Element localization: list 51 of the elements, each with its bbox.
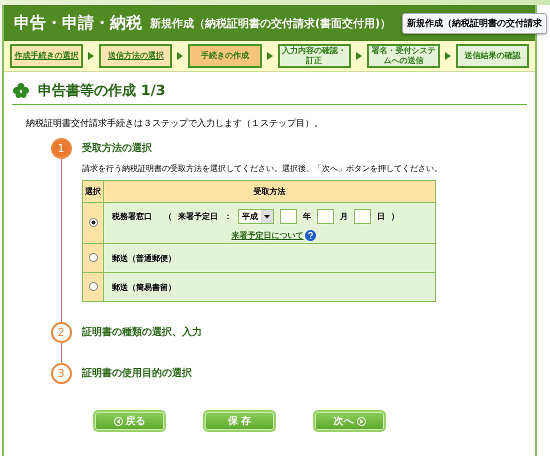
option-label: 税務署窓口 [112,211,152,222]
arrow-icon [87,51,96,61]
section-title: 証明書の種類の選択、入力 [82,326,202,340]
arrow-icon [176,51,184,61]
section-title: 受取方法の選択 [82,141,153,156]
save-button[interactable]: 保 存 [203,410,276,432]
next-button[interactable]: 次へ [313,410,386,432]
caret-icon [261,210,273,223]
next-arrow-icon [356,416,366,426]
radio-button[interactable] [88,282,98,290]
arrow-icon [444,51,452,61]
back-button[interactable]: 戻る [93,410,166,432]
column-header: 選択 [82,180,104,202]
day-unit: 日 [377,211,385,222]
step-number: 3 [50,363,72,384]
progress-step: 入力内容の確認・訂正 [278,44,351,68]
column-header: 受取方法 [104,180,436,202]
colon-text: ： [224,211,232,222]
help-link[interactable]: 来署予定日について [232,230,304,241]
section-title: 証明書の使用目的の選択 [82,366,192,381]
page-category-title: 申告・申請・納税 [14,12,142,34]
radio-button[interactable] [88,218,98,226]
intro-text: 納税証明書交付請求手続きは３ステップで入力します（１ステップ目）。 [26,117,324,130]
instruction-text: 請求を行う納税証明書の受取方法を選択してください。選択後、「次へ」ボタンを押してください。 [82,163,442,174]
option-label: 郵送（簡易書留） [112,282,176,292]
tooltip: 新規作成（納税証明書の交付請求 [402,13,547,34]
back-arrow-icon [114,416,122,426]
step-number: 1 [50,138,72,159]
progress-step[interactable]: 送信方法の選択 [99,44,172,68]
date-label: 来署予定日 [178,211,218,222]
progress-step: 手続きの作成 [188,44,262,68]
year-unit: 年 [303,211,311,222]
arrow-icon [354,51,363,61]
radio-button[interactable] [88,252,98,262]
arrow-icon [266,51,274,61]
paren-text: ） [391,211,399,222]
month-unit: 月 [340,211,348,222]
month-field[interactable] [317,209,334,224]
year-field[interactable] [280,209,297,224]
era-dropdown[interactable]: 平成 [238,209,274,224]
progress-step[interactable]: 作成手続きの選択 [10,44,84,68]
help-icon[interactable] [304,230,316,241]
progress-step: 送信結果の確認 [456,44,530,68]
clover-icon [12,82,30,100]
progress-step: 署名・受付システムへの送信 [366,44,440,68]
page-heading: 申告書等の作成 1/3 [38,82,166,100]
paren-text: （ [164,211,172,222]
option-label: 郵送（普通郵便） [112,254,176,262]
day-field[interactable] [354,209,371,224]
step-number: 2 [50,322,72,343]
page-subtitle: 新規作成（納税証明書の交付請求(書面交付用)） [150,16,392,30]
